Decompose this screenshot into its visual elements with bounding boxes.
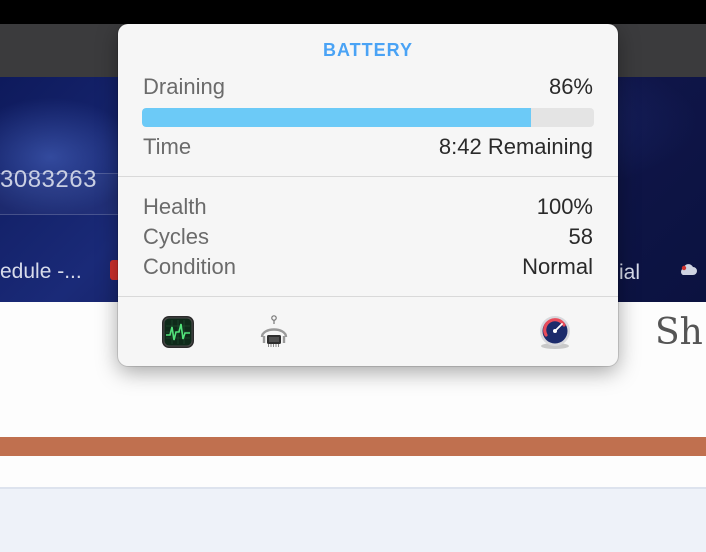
condition-label: Condition	[143, 254, 236, 279]
divider	[118, 176, 618, 177]
cycles-value: 58	[568, 224, 593, 249]
activity-monitor-icon[interactable]	[159, 313, 197, 351]
health-row: Health 100%	[143, 194, 593, 222]
time-remaining: 8:42 Remaining	[438, 134, 593, 159]
popover-title: BATTERY	[323, 40, 413, 60]
system-information-icon[interactable]	[255, 313, 293, 351]
page-heading: Sh	[655, 312, 703, 353]
accent-bar	[0, 437, 706, 456]
condition-row: Condition Normal	[143, 254, 593, 282]
time-row: Time 8:42 Remaining	[143, 134, 593, 162]
menu-bar	[0, 0, 706, 24]
condition-value: Normal	[522, 254, 593, 279]
bookmark-schedule[interactable]: edule -...	[0, 260, 82, 284]
time-label: Time	[143, 134, 192, 159]
charge-progress-fill	[142, 108, 531, 127]
bookmark-social[interactable]: ial	[619, 261, 640, 285]
health-label: Health	[143, 194, 207, 219]
charge-progress-bar	[142, 108, 594, 127]
status-label: Draining	[143, 74, 225, 99]
cloud-icon[interactable]	[678, 262, 698, 278]
cycles-row: Cycles 58	[143, 224, 593, 252]
battery-popover: BATTERY Draining 86% Time 8:42 Remaining…	[118, 24, 618, 366]
cycles-label: Cycles	[143, 224, 210, 249]
divider	[118, 296, 618, 297]
id-number-text: 3083263	[0, 166, 97, 193]
charge-percent: 86%	[548, 74, 593, 99]
health-value: 100%	[536, 194, 593, 219]
status-row: Draining 86%	[143, 74, 593, 102]
coconut-battery-icon[interactable]	[536, 313, 574, 351]
content-panel	[0, 487, 706, 552]
